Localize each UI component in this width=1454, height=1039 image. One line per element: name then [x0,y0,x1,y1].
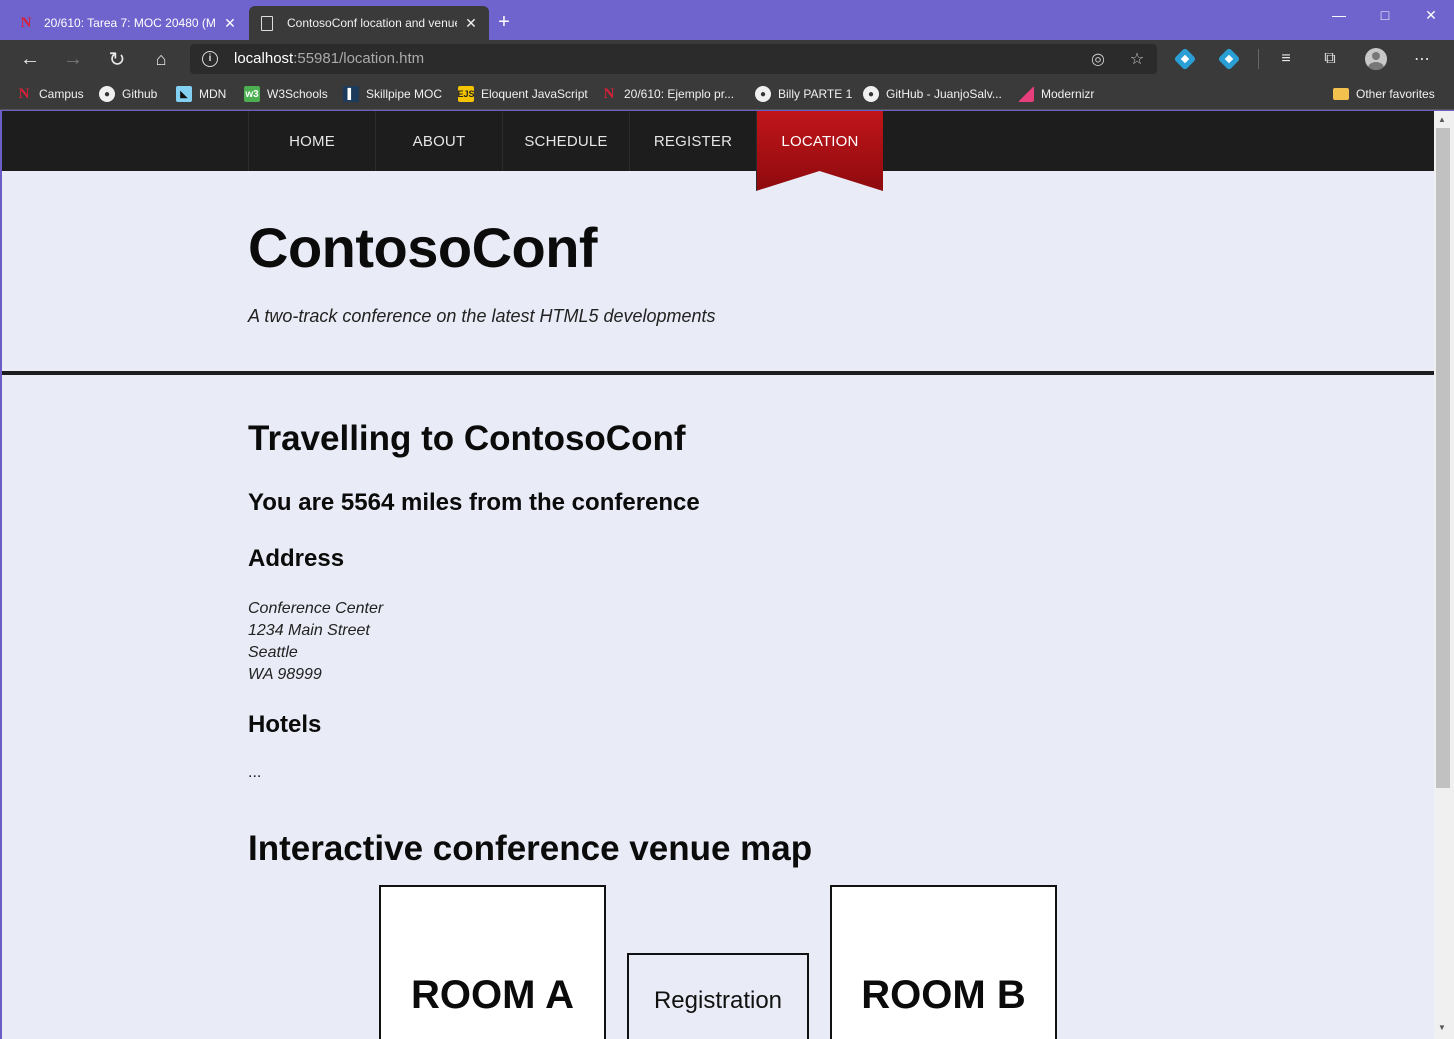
ejs-icon: EJS [458,86,475,102]
registration-area[interactable]: Registration [627,953,809,1039]
w3schools-icon: w3 [244,86,260,102]
bookmark-ejemplo[interactable]: N 20/610: Ejemplo pr... [601,84,735,104]
address-line: Conference Center [248,600,384,617]
extension-icon[interactable] [1217,47,1241,71]
home-button[interactable]: ⌂ [146,44,176,74]
address-heading: Address [248,545,345,572]
scroll-up-arrow-icon[interactable]: ▲ [1438,115,1446,124]
bookmark-label: 20/610: Ejemplo pr... [624,87,735,101]
nav-about[interactable]: ABOUT [375,111,502,171]
travel-heading: Travelling to ContosoConf [248,419,686,458]
github-icon: ● [755,86,771,102]
tab-tarea7[interactable]: N 20/610: Tarea 7: MOC 20480 (Mó ✕ [8,6,248,40]
bookmark-github-juanjo[interactable]: ● GitHub - JuanjoSalv... [863,84,1002,104]
other-favorites-folder[interactable]: Other favorites [1333,84,1435,104]
url-path: :55981/location.htm [293,50,425,67]
n-logo-icon: N [18,85,30,102]
bookmark-modernizr[interactable]: Modernizr [1018,84,1094,104]
bookmark-label: Billy PARTE 1 [778,87,853,101]
bookmarks-bar: N Campus ● Github ◣ MDN w3 W3Schools ▌ Skillp… [0,78,1454,110]
bookmark-label: Eloquent JavaScript [481,87,588,101]
tab-label: ContosoConf location and venue [287,16,457,30]
bookmark-label: Other favorites [1356,87,1435,101]
close-window-button[interactable]: ✕ [1408,0,1454,30]
nav-register[interactable]: REGISTER [629,111,756,171]
modernizr-icon [1018,86,1034,102]
bookmark-label: GitHub - JuanjoSalv... [886,87,1002,101]
browser-title-bar: N 20/610: Tarea 7: MOC 20480 (Mó ✕ Conto… [0,0,1454,40]
site-subtitle: A two-track conference on the latest HTM… [248,306,716,326]
minimize-button[interactable]: — [1316,0,1362,30]
n-favicon-icon: N [20,14,32,31]
favorite-star-icon[interactable]: ☆ [1127,49,1147,69]
bookmark-w3schools[interactable]: w3 W3Schools [244,84,328,104]
extension-icon[interactable] [1173,47,1197,71]
page-icon [261,15,273,31]
close-icon[interactable]: ✕ [463,15,479,31]
bookmark-github[interactable]: ● Github [99,84,157,104]
web-page: HOME ABOUT SCHEDULE REGISTER LOCATION Co… [2,111,1434,1039]
n-logo-icon: N [603,85,615,102]
favorites-icon[interactable]: ≡ [1271,44,1301,74]
nav-home[interactable]: HOME [248,111,375,171]
close-icon[interactable]: ✕ [222,15,238,31]
hotels-text: ... [248,764,262,781]
url-host: localhost [234,50,294,67]
mdn-icon: ◣ [176,86,192,102]
tab-contosoconf-location[interactable]: ContosoConf location and venue ✕ [249,6,489,40]
bookmark-label: Campus [39,87,84,101]
hotels-heading: Hotels [248,711,322,738]
address-line: Seattle [248,644,298,661]
toolbar-divider [1258,49,1259,69]
bookmark-label: Modernizr [1041,87,1095,101]
room-a[interactable]: ROOM A [379,885,606,1039]
address-bar[interactable]: i localhost:55981/location.htm ◎ ☆ [190,44,1157,74]
bookmark-campus[interactable]: N Campus [16,84,84,104]
address-line: 1234 Main Street [248,622,370,639]
bookmark-label: Skillpipe MOC [366,87,443,101]
more-menu-icon[interactable]: ⋯ [1407,44,1437,74]
scroll-down-arrow-icon[interactable]: ▼ [1438,1023,1446,1032]
site-title: ContosoConf [248,216,598,279]
room-b[interactable]: ROOM B [830,885,1057,1039]
github-icon: ● [863,86,879,102]
bookmark-skillpipe[interactable]: ▌ Skillpipe MOC [343,84,442,104]
nav-location-label: LOCATION [781,132,859,150]
window-controls: — □ ✕ [1316,0,1454,30]
site-navbar: HOME ABOUT SCHEDULE REGISTER LOCATION [2,111,1434,191]
maximize-button[interactable]: □ [1362,0,1408,30]
bookmark-billy[interactable]: ● Billy PARTE 1 [755,84,852,104]
collections-icon[interactable]: ⧉ [1315,44,1345,74]
bookmark-label: W3Schools [267,87,328,101]
info-icon[interactable]: i [202,51,218,67]
bookmark-label: Github [122,87,158,101]
profile-avatar[interactable] [1365,48,1387,70]
skillpipe-icon: ▌ [343,86,359,102]
url-text[interactable]: localhost:55981/location.htm [234,50,424,67]
browser-toolbar: ← → ↻ ⌂ i localhost:55981/location.htm ◎… [0,40,1454,78]
page-scrollbar[interactable]: ▲ ▼ [1434,111,1454,1039]
github-icon: ● [99,86,115,102]
address-line: WA 98999 [248,666,322,683]
bookmark-label: MDN [199,87,227,101]
folder-icon [1333,88,1349,100]
bookmark-mdn[interactable]: ◣ MDN [176,84,226,104]
refresh-button[interactable]: ↻ [102,44,132,74]
venue-map-heading: Interactive conference venue map [248,829,813,868]
nav-schedule[interactable]: SCHEDULE [502,111,629,171]
distance-text: You are 5564 miles from the conference [248,489,700,516]
tab-label: 20/610: Tarea 7: MOC 20480 (Mó [44,16,216,30]
forward-button[interactable]: → [58,44,88,74]
bookmark-eloquent-js[interactable]: EJS Eloquent JavaScript [458,84,588,104]
header-divider [2,371,1434,375]
back-button[interactable]: ← [15,44,45,74]
nav-location[interactable]: LOCATION [756,111,883,191]
address-block: Conference Center 1234 Main Street Seatt… [248,598,383,686]
tracking-icon[interactable]: ◎ [1088,49,1108,69]
scroll-thumb[interactable] [1436,128,1450,788]
new-tab-button[interactable]: + [494,12,514,32]
